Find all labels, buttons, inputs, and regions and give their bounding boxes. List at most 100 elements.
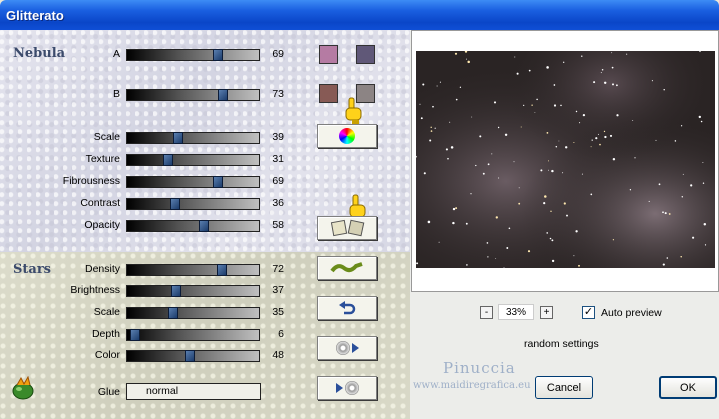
nebula-color-a2-swatch[interactable] bbox=[356, 45, 375, 64]
title-bar[interactable]: Glitterato bbox=[0, 0, 719, 30]
star-dot bbox=[680, 125, 683, 127]
star-dot bbox=[626, 53, 628, 55]
star-dot bbox=[459, 86, 462, 88]
star-dot bbox=[573, 255, 575, 257]
nebula-slider-thumb[interactable] bbox=[162, 154, 173, 166]
star-dot bbox=[601, 68, 604, 71]
nebula-slider-value: 39 bbox=[272, 131, 284, 143]
stars-slider-thumb[interactable] bbox=[185, 350, 196, 362]
star-dot bbox=[495, 216, 498, 219]
zoom-out-button[interactable]: - bbox=[480, 306, 493, 319]
nebula-slider-label: Opacity bbox=[84, 219, 120, 231]
star-dot bbox=[475, 164, 477, 167]
nebula-slider-track[interactable] bbox=[126, 89, 260, 101]
randomize-dice-button[interactable] bbox=[317, 216, 377, 240]
star-dot bbox=[655, 139, 657, 141]
star-dot bbox=[590, 193, 593, 196]
star-dot bbox=[479, 135, 482, 138]
star-dot bbox=[603, 81, 607, 85]
star-dot bbox=[487, 163, 490, 166]
star-dot bbox=[590, 146, 592, 148]
undo-button[interactable] bbox=[317, 296, 377, 320]
star-dot bbox=[551, 169, 554, 173]
nebula-slider-thumb[interactable] bbox=[213, 176, 224, 188]
pointing-hand-icon bbox=[343, 96, 365, 126]
star-dot bbox=[540, 169, 543, 172]
nebula-color-b1-swatch[interactable] bbox=[319, 84, 338, 103]
undo-arrow-icon bbox=[339, 301, 356, 315]
star-dot bbox=[491, 153, 493, 155]
star-dot bbox=[548, 160, 549, 162]
star-dot bbox=[690, 184, 693, 187]
stars-slider-track[interactable] bbox=[126, 307, 260, 319]
stars-slider-thumb[interactable] bbox=[168, 307, 179, 319]
save-preset-button[interactable] bbox=[317, 376, 377, 400]
play-arrow-icon-2 bbox=[335, 383, 343, 393]
star-dot bbox=[563, 202, 566, 205]
star-dot bbox=[651, 80, 653, 82]
preview-image[interactable] bbox=[416, 51, 715, 268]
stars-slider-thumb[interactable] bbox=[129, 329, 140, 341]
play-arrow-icon bbox=[351, 343, 359, 353]
ok-button[interactable]: OK bbox=[659, 376, 717, 399]
star-dot bbox=[420, 117, 423, 120]
glue-label: Glue bbox=[97, 386, 120, 398]
stars-slider-value: 72 bbox=[272, 263, 284, 275]
nebula-slider-track[interactable] bbox=[126, 132, 260, 144]
wave-icon bbox=[330, 262, 363, 273]
random-settings-label: random settings bbox=[524, 338, 599, 350]
star-dot bbox=[681, 196, 684, 198]
stars-slider-track[interactable] bbox=[126, 350, 260, 362]
disc-icon-2 bbox=[344, 381, 359, 395]
star-dot bbox=[579, 122, 581, 124]
stars-slider-thumb[interactable] bbox=[170, 285, 181, 297]
star-dot bbox=[573, 141, 575, 144]
nebula-slider-value: 58 bbox=[272, 219, 284, 231]
nebula-slider-thumb[interactable] bbox=[173, 132, 184, 144]
star-dot bbox=[546, 132, 549, 134]
nebula-slider-track[interactable] bbox=[126, 176, 260, 188]
star-dot bbox=[455, 98, 458, 101]
zoom-in-button[interactable]: + bbox=[540, 306, 553, 319]
star-dot bbox=[452, 207, 456, 211]
star-dot bbox=[536, 98, 538, 101]
star-dot bbox=[593, 81, 596, 84]
stars-slider-track[interactable] bbox=[126, 264, 260, 276]
star-dot bbox=[422, 83, 425, 86]
star-dot bbox=[609, 134, 613, 137]
nebula-slider-value: 73 bbox=[272, 88, 284, 100]
star-dot bbox=[439, 81, 441, 83]
star-dot bbox=[432, 105, 434, 108]
nebula-slider-thumb[interactable] bbox=[213, 49, 224, 61]
nebula-slider-thumb[interactable] bbox=[169, 198, 180, 210]
nebula-slider-value: 36 bbox=[272, 197, 284, 209]
star-dot bbox=[702, 182, 705, 184]
load-preset-button[interactable] bbox=[317, 336, 377, 360]
star-dot bbox=[563, 61, 565, 63]
star-dot bbox=[700, 120, 703, 123]
glue-dropdown[interactable]: normal bbox=[126, 383, 261, 400]
wave-button[interactable] bbox=[317, 256, 377, 280]
stars-slider-label: Brightness bbox=[70, 284, 120, 296]
star-dot bbox=[513, 161, 515, 163]
nebula-slider-track[interactable] bbox=[126, 198, 260, 210]
auto-preview-checkbox[interactable]: ✓ bbox=[582, 306, 595, 319]
nebula-slider-track[interactable] bbox=[126, 49, 260, 61]
star-dot bbox=[534, 112, 536, 113]
star-dot bbox=[544, 195, 547, 198]
nebula-slider-thumb[interactable] bbox=[218, 89, 229, 101]
color-picker-button[interactable] bbox=[317, 124, 377, 148]
stars-slider-track[interactable] bbox=[126, 329, 260, 341]
nebula-color-a1-swatch[interactable] bbox=[319, 45, 338, 64]
star-dot bbox=[704, 244, 707, 246]
star-dot bbox=[555, 145, 558, 148]
cancel-button[interactable]: Cancel bbox=[535, 376, 593, 399]
nebula-slider-track[interactable] bbox=[126, 220, 260, 232]
star-dot bbox=[523, 104, 525, 107]
star-dot bbox=[550, 210, 552, 212]
stars-slider-track[interactable] bbox=[126, 285, 260, 297]
nebula-slider-track[interactable] bbox=[126, 154, 260, 166]
nebula-slider-label: B bbox=[112, 88, 120, 100]
nebula-slider-thumb[interactable] bbox=[198, 220, 209, 232]
stars-slider-thumb[interactable] bbox=[217, 264, 228, 276]
